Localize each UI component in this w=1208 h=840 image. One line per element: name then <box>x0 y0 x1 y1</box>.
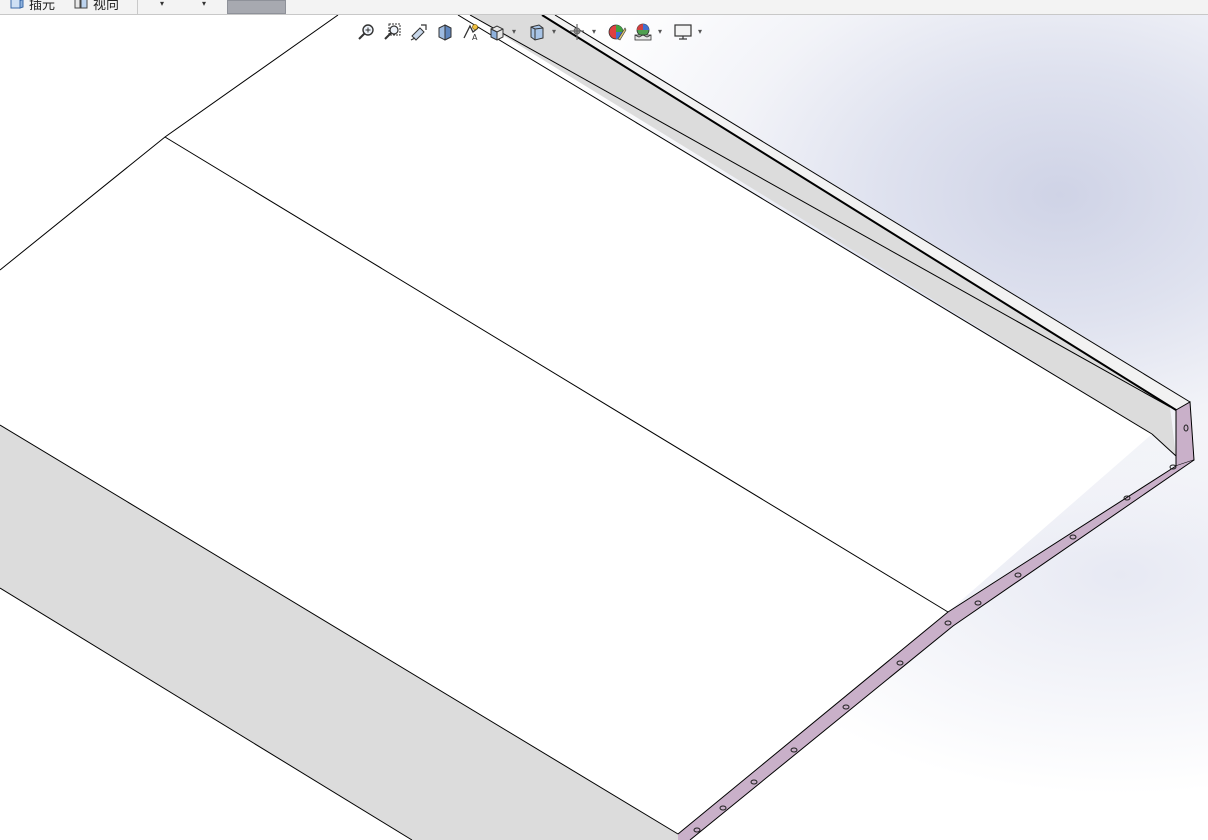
solidworks-window: 插元 视向 ▾ ▾ A ▾ ▾ ▾ ▾ ▾ <box>0 0 1208 840</box>
dynamic-annotation-views-button[interactable]: A <box>460 21 482 43</box>
zoom-to-area-button[interactable] <box>382 21 404 43</box>
zoom-to-fit-button[interactable] <box>356 21 378 43</box>
previous-view-button[interactable] <box>408 21 430 43</box>
section-view-icon <box>438 24 452 41</box>
sheet-metal-model[interactable] <box>0 15 1208 840</box>
svg-text:A: A <box>472 33 478 42</box>
previous-view-icon <box>410 24 427 41</box>
right-end-hem[interactable] <box>1175 401 1195 467</box>
graphics-viewport[interactable]: A ▾ ▾ ▾ ▾ ▾ <box>0 15 1208 840</box>
chevron-down-icon[interactable]: ▾ <box>698 21 706 43</box>
dropdown-caret-icon[interactable]: ▾ <box>160 0 164 8</box>
view-settings-button[interactable] <box>672 21 694 43</box>
display-style-button[interactable] <box>526 21 548 43</box>
zoom-to-fit-icon <box>358 24 374 40</box>
insert-tool-label: 插元 <box>29 0 56 13</box>
hide-show-items-button[interactable] <box>566 21 588 43</box>
chevron-down-icon[interactable]: ▾ <box>512 21 520 43</box>
zoom-to-area-icon <box>384 23 401 40</box>
apply-scene-button[interactable] <box>632 21 654 43</box>
chevron-down-icon[interactable]: ▾ <box>552 21 560 43</box>
ribbon-separator <box>137 0 138 14</box>
command-manager-ribbon: 插元 视向 ▾ ▾ <box>0 0 1208 15</box>
chevron-down-icon[interactable]: ▾ <box>658 21 666 43</box>
view-tool-label: 视向 <box>93 0 120 13</box>
section-view-button[interactable] <box>434 21 456 43</box>
heads-up-view-toolbar: A ▾ ▾ ▾ ▾ ▾ <box>356 20 712 44</box>
hide-show-items-icon <box>570 24 584 40</box>
active-ribbon-tab[interactable] <box>227 0 286 14</box>
dropdown-caret-icon[interactable]: ▾ <box>202 0 206 8</box>
view-orientation-icon <box>74 0 88 10</box>
dynamic-annotation-views-icon: A <box>463 24 479 42</box>
edit-appearance-icon <box>608 24 627 41</box>
insert-part-icon <box>10 0 24 10</box>
view-settings-icon <box>674 24 692 40</box>
display-style-icon <box>530 24 544 41</box>
view-orientation-icon <box>490 25 504 41</box>
insert-tool-button[interactable]: 插元 <box>10 0 56 13</box>
chevron-down-icon[interactable]: ▾ <box>592 21 600 43</box>
view-tool-button[interactable]: 视向 <box>74 0 120 13</box>
apply-scene-icon <box>634 23 652 41</box>
view-orientation-button[interactable] <box>486 21 508 43</box>
edit-appearance-button[interactable] <box>606 21 628 43</box>
